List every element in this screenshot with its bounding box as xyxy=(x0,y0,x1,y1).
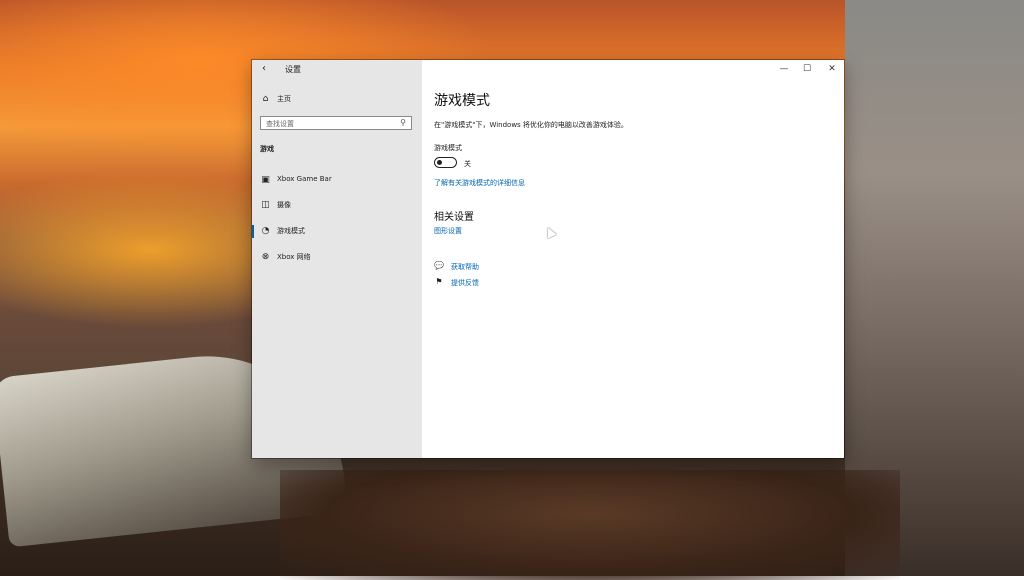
sidebar-item-capture[interactable]: ◫ 摄像 xyxy=(258,197,416,215)
help-icon: 💬 xyxy=(434,261,444,270)
capture-icon: ◫ xyxy=(261,200,270,210)
search-input[interactable]: 查找设置 ⚲ xyxy=(260,116,412,130)
back-arrow-icon[interactable]: ‹ xyxy=(258,63,270,75)
sidebar-section-label: 游戏 xyxy=(260,145,274,153)
get-help-link[interactable]: 获取帮助 xyxy=(451,262,479,272)
xbox-icon: ⊗ xyxy=(261,252,270,262)
toggle-caption: 游戏模式 xyxy=(434,144,462,152)
graphics-settings-link[interactable]: 图形设置 xyxy=(434,226,462,236)
window-title: 设置 xyxy=(285,65,301,74)
sidebar-item-game-mode[interactable]: ◔ 游戏模式 xyxy=(252,223,416,241)
sidebar-item-label: Xbox Game Bar xyxy=(277,175,332,183)
page-description: 在"游戏模式"下，Windows 将优化你的电脑以改善游戏体验。 xyxy=(434,121,628,129)
sidebar: ⌂ 主页 查找设置 ⚲ 游戏 ▣ Xbox Game Bar ◫ 摄像 ◔ 游戏… xyxy=(252,60,422,458)
game-mode-icon: ◔ xyxy=(261,226,270,236)
page-title: 游戏模式 xyxy=(434,93,490,109)
home-icon: ⌂ xyxy=(262,94,269,104)
toggle-state-label: 关 xyxy=(464,160,471,168)
sidebar-item-xbox-network[interactable]: ⊗ Xbox 网络 xyxy=(258,249,416,267)
feedback-icon: ⚑ xyxy=(435,277,443,286)
settings-window: ⌂ 主页 查找设置 ⚲ 游戏 ▣ Xbox Game Bar ◫ 摄像 ◔ 游戏… xyxy=(252,60,844,458)
learn-more-link[interactable]: 了解有关游戏模式的详细信息 xyxy=(434,178,525,188)
sidebar-item-label: 摄像 xyxy=(277,201,291,209)
sidebar-item-label: Xbox 网络 xyxy=(277,253,311,261)
feedback-link[interactable]: 提供反馈 xyxy=(451,278,479,288)
search-placeholder: 查找设置 xyxy=(266,120,294,128)
sidebar-item-label: 主页 xyxy=(277,95,291,103)
xbox-game-bar-icon: ▣ xyxy=(261,175,270,185)
wallpaper-ground xyxy=(280,470,900,580)
sidebar-item-label: 游戏模式 xyxy=(277,227,305,235)
related-settings-heading: 相关设置 xyxy=(434,212,474,223)
main-content: 游戏模式 在"游戏模式"下，Windows 将优化你的电脑以改善游戏体验。 游戏… xyxy=(434,60,834,458)
toggle-knob xyxy=(437,159,442,165)
game-mode-toggle[interactable] xyxy=(434,157,457,168)
sidebar-item-xbox-game-bar[interactable]: ▣ Xbox Game Bar xyxy=(258,172,416,190)
sidebar-item-home[interactable]: ⌂ 主页 xyxy=(258,91,416,107)
search-icon[interactable]: ⚲ xyxy=(398,118,408,128)
